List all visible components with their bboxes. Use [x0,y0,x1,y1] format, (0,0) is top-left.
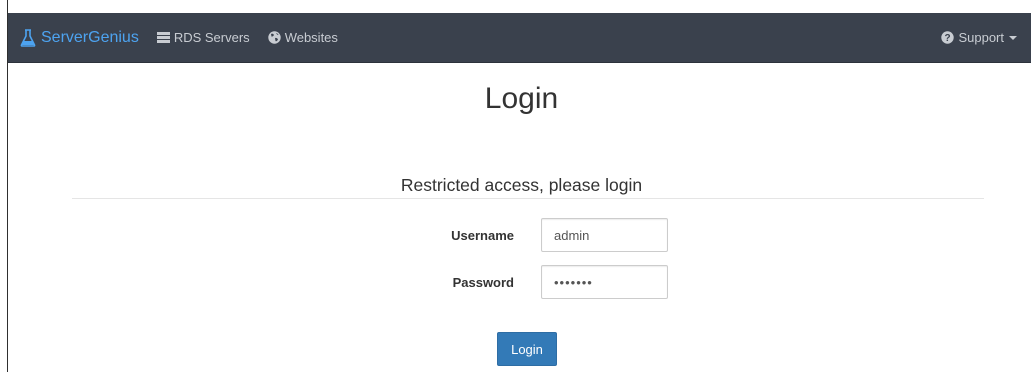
brand-link[interactable]: ServerGenius [20,13,139,63]
top-navbar: ServerGenius RDS Servers Websites ? Supp… [8,13,1031,63]
brand-name: ServerGenius [41,28,139,46]
password-label: Password [452,275,514,290]
nav-rds-servers[interactable]: RDS Servers [156,13,250,63]
password-input[interactable] [541,265,668,299]
login-subtitle: Restricted access, please login [400,175,643,195]
support-label: Support [958,30,1004,45]
nav-websites-label: Websites [284,30,338,45]
flask-icon [20,28,36,47]
support-dropdown[interactable]: ? Support [941,13,1017,63]
username-input[interactable] [541,218,668,252]
divider [72,198,984,199]
globe-icon [267,31,281,44]
username-label: Username [451,228,514,243]
nav-rds-servers-label: RDS Servers [173,30,250,45]
server-icon [156,32,170,43]
login-button[interactable]: Login [497,332,557,366]
question-circle-icon: ? [941,31,955,44]
caret-down-icon [1009,35,1017,40]
window-border [0,0,8,372]
svg-text:?: ? [945,33,951,44]
page-title: Login [484,82,559,115]
nav-websites[interactable]: Websites [267,13,338,63]
